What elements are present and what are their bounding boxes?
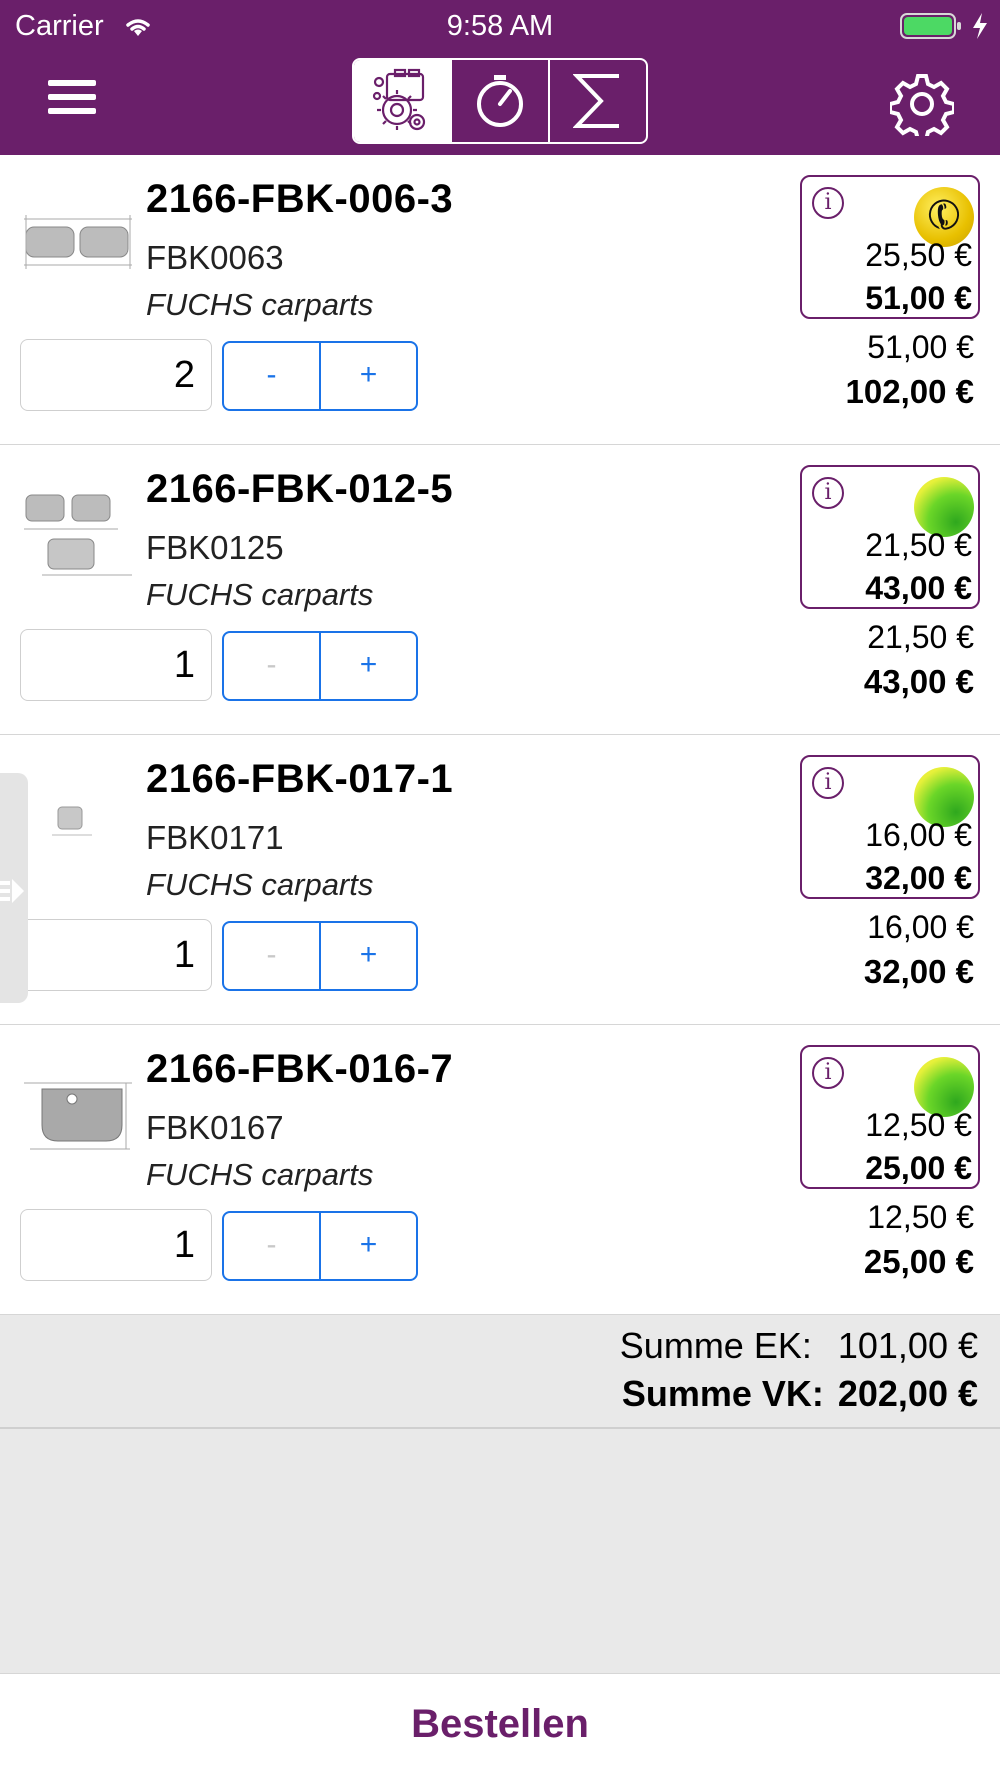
unit-price-ek: 12,50 €	[865, 1107, 972, 1143]
unit-price-box[interactable]: i 21,50 € 43,00 €	[800, 465, 980, 609]
decrement-button[interactable]: -	[224, 343, 319, 409]
item-code: FBK0063	[146, 239, 284, 276]
view-segmented-control	[352, 58, 648, 144]
quantity-field[interactable]: 1	[20, 629, 212, 701]
status-bar: Carrier 9:58 AM	[0, 6, 1000, 46]
sigma-icon	[573, 74, 619, 128]
list-item[interactable]: 2166-FBK-016-7 FBK0167 FUCHS carparts 1 …	[0, 1025, 1000, 1315]
info-icon[interactable]: i	[812, 1057, 844, 1089]
unit-price-ek: 21,50 €	[865, 527, 972, 563]
unit-price-vk: 25,00 €	[865, 1150, 972, 1186]
quantity-stepper: - +	[222, 631, 418, 701]
info-icon[interactable]: i	[812, 477, 844, 509]
increment-button[interactable]: +	[319, 343, 416, 409]
quantity-stepper: - +	[222, 921, 418, 991]
quantity-field[interactable]: 1	[20, 1209, 212, 1281]
increment-button[interactable]: +	[319, 633, 416, 699]
tab-summary[interactable]	[548, 60, 646, 142]
summe-vk-row: Summe VK: 202,00 €	[622, 1373, 978, 1415]
unit-price-vk: 51,00 €	[865, 280, 972, 316]
quantity-stepper: - +	[222, 341, 418, 411]
unit-price-vk: 32,00 €	[865, 860, 972, 896]
brake-pad-thumbnail	[24, 1082, 132, 1150]
item-title: 2166-FBK-006-3	[146, 177, 454, 221]
tab-timer[interactable]	[450, 60, 548, 142]
item-title: 2166-FBK-016-7	[146, 1047, 454, 1091]
total-price-ek: 16,00 €	[867, 909, 974, 945]
list-item[interactable]: 2166-FBK-012-5 FBK0125 FUCHS carparts 1 …	[0, 445, 1000, 735]
tab-parts[interactable]	[354, 60, 450, 142]
total-price-vk: 32,00 €	[863, 953, 974, 990]
drawer-arrow-icon	[0, 879, 24, 903]
unit-price-ek: 25,50 €	[865, 237, 972, 273]
cart-summary: Summe EK: 101,00 € Summe VK: 202,00 €	[0, 1315, 1000, 1429]
item-code: FBK0171	[146, 819, 284, 856]
summe-vk-value: 202,00 €	[837, 1373, 978, 1414]
parts-gear-icon	[372, 68, 426, 131]
summe-vk-label: Summe VK:	[621, 1373, 824, 1414]
total-price-ek: 12,50 €	[867, 1199, 974, 1235]
cart-list: 2166-FBK-006-3 FBK0063 FUCHS carparts 2 …	[0, 155, 1000, 1315]
brake-pad-thumbnail	[24, 494, 132, 576]
navigation-header: Carrier 9:58 AM	[0, 0, 1000, 155]
item-code: FBK0125	[146, 529, 284, 566]
increment-button[interactable]: +	[319, 923, 416, 989]
battery-icon	[900, 13, 961, 39]
summe-ek-value: 101,00 €	[837, 1325, 978, 1366]
stopwatch-icon	[477, 75, 523, 127]
item-brand: FUCHS carparts	[146, 287, 374, 322]
item-title: 2166-FBK-017-1	[146, 757, 454, 801]
quantity-stepper: - +	[222, 1211, 418, 1281]
item-title: 2166-FBK-012-5	[146, 467, 454, 511]
side-drawer-handle[interactable]	[0, 773, 28, 1003]
list-item[interactable]: 2166-FBK-006-3 FBK0063 FUCHS carparts 2 …	[0, 155, 1000, 445]
decrement-button[interactable]: -	[224, 923, 319, 989]
gear-icon[interactable]	[890, 72, 954, 136]
clock: 9:58 AM	[446, 10, 554, 42]
item-code: FBK0167	[146, 1109, 284, 1146]
unit-price-box[interactable]: i 12,50 € 25,00 €	[800, 1045, 980, 1189]
total-price-vk: 102,00 €	[845, 373, 974, 410]
brake-pad-thumbnail	[52, 806, 92, 836]
total-price-ek: 51,00 €	[867, 329, 974, 365]
brake-pad-thumbnail	[24, 215, 132, 269]
quantity-field[interactable]: 1	[20, 919, 212, 991]
order-button[interactable]: Bestellen	[411, 1702, 589, 1746]
total-price-vk: 43,00 €	[863, 663, 974, 700]
charging-bolt-icon	[973, 13, 987, 39]
decrement-button[interactable]: -	[224, 633, 319, 699]
item-brand: FUCHS carparts	[146, 867, 374, 902]
unit-price-ek: 16,00 €	[865, 817, 972, 853]
hamburger-icon[interactable]	[48, 80, 96, 120]
total-price-vk: 25,00 €	[863, 1243, 974, 1280]
increment-button[interactable]: +	[319, 1213, 416, 1279]
item-brand: FUCHS carparts	[146, 1157, 374, 1192]
quantity-field[interactable]: 2	[20, 339, 212, 411]
list-item[interactable]: 2166-FBK-017-1 FBK0171 FUCHS carparts 1 …	[0, 735, 1000, 1025]
info-icon[interactable]: i	[812, 767, 844, 799]
info-icon[interactable]: i	[812, 187, 844, 219]
summe-ek-label: Summe EK:	[619, 1325, 812, 1366]
decrement-button[interactable]: -	[224, 1213, 319, 1279]
item-brand: FUCHS carparts	[146, 577, 374, 612]
summe-ek-row: Summe EK: 101,00 €	[620, 1325, 978, 1367]
unit-price-box[interactable]: i ✆ 25,50 € 51,00 €	[800, 175, 980, 319]
unit-price-vk: 43,00 €	[865, 570, 972, 606]
bottom-bar: Bestellen	[0, 1673, 1000, 1778]
total-price-ek: 21,50 €	[867, 619, 974, 655]
unit-price-box[interactable]: i 16,00 € 32,00 €	[800, 755, 980, 899]
